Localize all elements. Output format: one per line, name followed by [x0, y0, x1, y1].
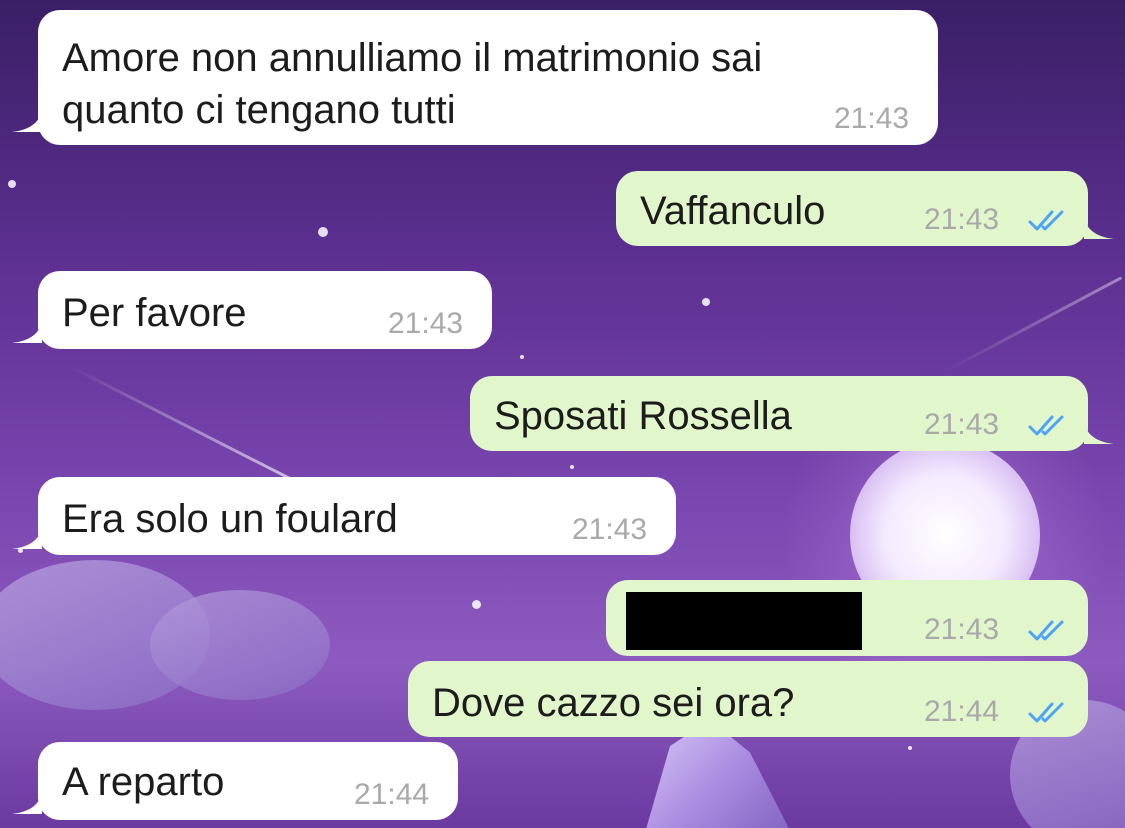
cloud — [150, 590, 330, 700]
message-time: 21:43 — [572, 513, 648, 546]
double-check-icon — [1028, 210, 1064, 231]
message-text: Dove cazzo sei ora? — [432, 681, 795, 725]
shooting-star — [944, 276, 1123, 373]
bubble-tail — [1084, 217, 1114, 239]
message-text: A reparto — [62, 760, 225, 804]
star — [520, 355, 524, 359]
message-text: Sposati Rossella — [494, 394, 792, 438]
outgoing-message-bubble[interactable]: Dove cazzo sei ora? 21:44 — [408, 661, 1088, 737]
star — [908, 746, 912, 750]
message-text: quanto ci tengano tutti — [62, 88, 456, 132]
outgoing-message-bubble[interactable]: Sposati Rossella 21:43 — [470, 376, 1114, 451]
star — [472, 600, 481, 609]
bubble-tail — [12, 110, 42, 132]
bubble-tail — [12, 321, 42, 343]
message-time: 21:43 — [924, 203, 1000, 236]
bubble-tail — [1084, 422, 1114, 444]
incoming-message-bubble[interactable]: A reparto 21:44 — [12, 742, 458, 820]
incoming-message-bubble[interactable]: Amore non annulliamo il matrimonio sai q… — [12, 10, 938, 145]
star — [570, 465, 574, 469]
incoming-message-bubble[interactable]: Era solo un foulard 21:43 — [12, 477, 676, 555]
double-check-icon — [1028, 620, 1064, 641]
message-time: 21:44 — [924, 695, 1000, 728]
bubble-tail — [12, 527, 42, 549]
message-text: Vaffanculo — [640, 189, 826, 233]
redacted-content — [626, 592, 862, 650]
message-text: Amore non annulliamo il matrimonio sai — [62, 36, 763, 80]
double-check-icon — [1028, 415, 1064, 436]
bubble-tail — [12, 792, 42, 814]
message-time: 21:43 — [924, 613, 1000, 646]
message-time: 21:43 — [388, 307, 464, 340]
message-text: Era solo un foulard — [62, 497, 398, 541]
message-time: 21:44 — [354, 778, 430, 811]
shooting-star — [69, 365, 312, 491]
star — [318, 227, 328, 237]
outgoing-message-bubble[interactable]: Vaffanculo 21:43 — [616, 171, 1114, 246]
message-time: 21:43 — [834, 102, 910, 135]
star — [8, 180, 16, 188]
outgoing-message-bubble[interactable]: 21:43 — [606, 580, 1088, 656]
incoming-message-bubble[interactable]: Per favore 21:43 — [12, 271, 492, 349]
star — [702, 298, 710, 306]
double-check-icon — [1028, 702, 1064, 723]
message-time: 21:43 — [924, 408, 1000, 441]
message-text: Per favore — [62, 291, 247, 335]
